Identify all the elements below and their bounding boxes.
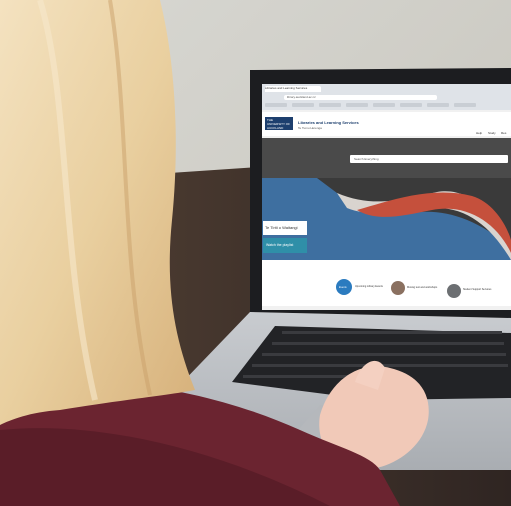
bookmark-item[interactable] bbox=[400, 103, 422, 107]
site-logo[interactable]: THE UNIVERSITY OF AUCKLAND bbox=[265, 117, 293, 130]
site-title: Libraries and Learning Services bbox=[298, 120, 359, 125]
bookmark-item[interactable] bbox=[346, 103, 368, 107]
services-strip bbox=[262, 260, 511, 306]
hair bbox=[0, 0, 195, 425]
strip-avatar-1 bbox=[391, 281, 405, 295]
bookmark-item[interactable] bbox=[292, 103, 314, 107]
bookmark-item[interactable] bbox=[319, 103, 341, 107]
bookmark-item[interactable] bbox=[373, 103, 395, 107]
nav-research[interactable]: Res bbox=[501, 131, 506, 135]
hero-card: Te Tiriti o Waitangi bbox=[263, 221, 307, 235]
bookmark-item[interactable] bbox=[427, 103, 449, 107]
strip-item-events[interactable]: Upcoming Library Events bbox=[355, 285, 383, 288]
nav-study[interactable]: Study bbox=[488, 131, 496, 135]
photo-scene: Libraries and Learning Services library.… bbox=[0, 0, 511, 506]
strip-avatar-2 bbox=[447, 284, 461, 298]
site-subtitle: Te Tumu Herenga bbox=[298, 126, 322, 130]
bookmark-item[interactable] bbox=[265, 103, 287, 107]
address-bar[interactable]: library.auckland.ac.nz bbox=[284, 95, 437, 100]
bookmarks-bar bbox=[262, 103, 511, 108]
bookmark-item[interactable] bbox=[454, 103, 476, 107]
browser-tab[interactable]: Libraries and Learning Services bbox=[265, 86, 321, 92]
events-badge-label: Events bbox=[339, 286, 347, 289]
strip-item-workshops[interactable]: Moving text and workshops bbox=[407, 286, 437, 289]
search-input[interactable]: Search Everything bbox=[350, 155, 508, 163]
strip-item-support[interactable]: Student Support Services bbox=[463, 288, 491, 291]
nav-help[interactable]: Help bbox=[476, 131, 482, 135]
watch-playlist-button[interactable]: Watch the playlist bbox=[263, 238, 307, 253]
